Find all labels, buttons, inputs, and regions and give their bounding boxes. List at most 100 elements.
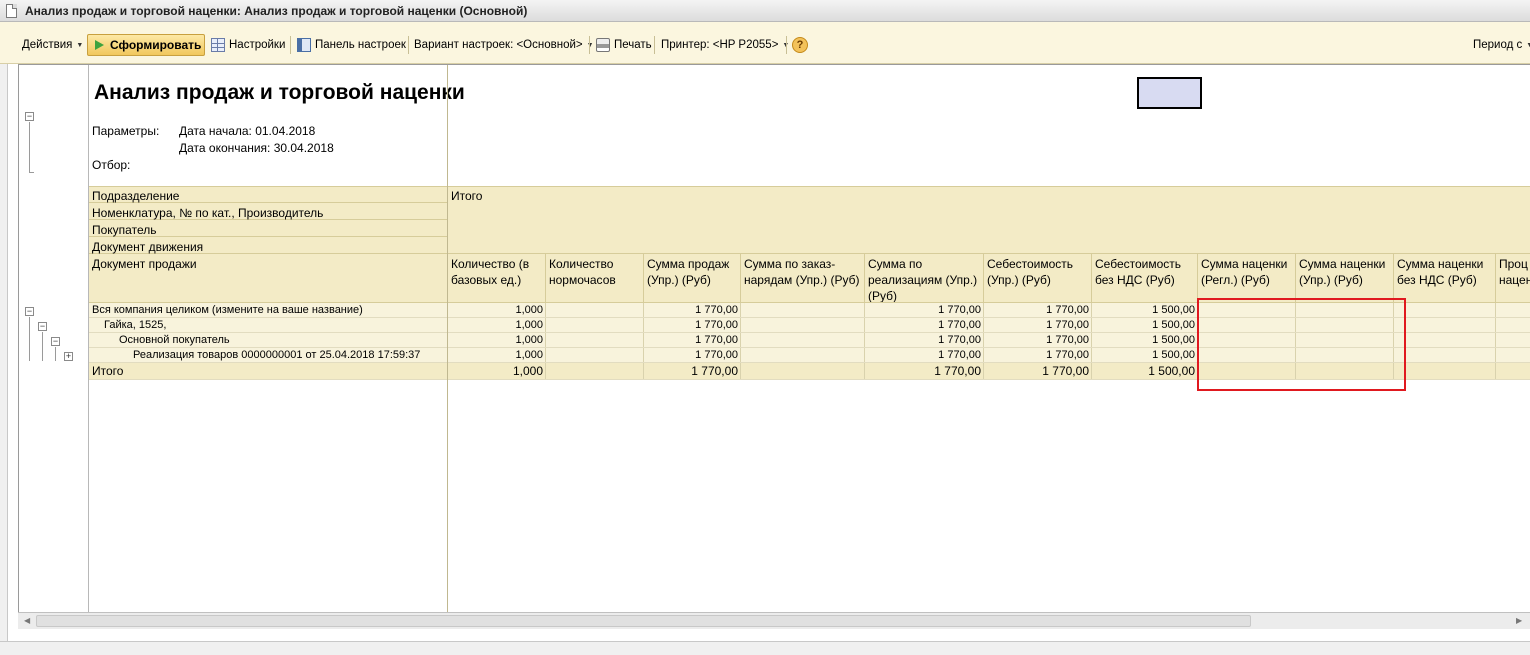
panel-icon — [297, 38, 311, 52]
collapse-customer-icon[interactable]: − — [51, 337, 60, 346]
row-value: 1 770,00 — [1046, 304, 1089, 316]
cell-divider — [983, 333, 984, 347]
toolbar-separator — [654, 36, 655, 54]
cell-divider — [1495, 318, 1496, 332]
cell-divider — [545, 333, 546, 347]
row-value — [1394, 333, 1496, 347]
row-value: 1 770,00 — [1046, 349, 1089, 361]
cell-divider — [740, 333, 741, 347]
column-header: Себестоимость без НДС (Руб) — [1095, 257, 1182, 287]
column-header: Себестоимость (Упр.) (Руб) — [987, 257, 1074, 287]
row-label: Основной покупатель — [119, 334, 230, 346]
date-start: Дата начала: 01.04.2018 — [179, 124, 316, 138]
scroll-left-icon[interactable]: ◀ — [24, 616, 30, 625]
column-header: Сумма наценки (Регл.) (Руб) — [1201, 257, 1288, 287]
cell-divider — [983, 303, 984, 317]
scroll-right-icon[interactable]: ▶ — [1516, 616, 1522, 625]
total-value — [1496, 363, 1530, 379]
column-header: Сумма продаж (Упр.) (Руб) — [647, 257, 730, 287]
printer-menu[interactable]: Принтер: <HP P2055>▼ — [661, 35, 789, 55]
row-value — [741, 333, 865, 347]
total-value: 1,000 — [512, 364, 543, 378]
row-value — [1496, 333, 1530, 347]
outline-line — [29, 317, 30, 361]
row-value — [1394, 318, 1496, 332]
cell-divider — [1495, 348, 1496, 362]
cell-divider — [740, 363, 741, 379]
printer-icon — [596, 38, 610, 52]
row-label: Вся компания целиком (измените на ваше н… — [92, 304, 363, 316]
period-menu[interactable]: Период с ▼ — [1473, 35, 1530, 55]
row-label: Гайка, 1525, — [104, 319, 167, 331]
row-value: 1 770,00 — [695, 319, 738, 331]
column-header: Сумма по заказ-нарядам (Упр.) (Руб) — [744, 257, 860, 287]
color-swatch — [1137, 77, 1202, 109]
help-button[interactable]: ? — [792, 35, 808, 55]
row-value: 1 770,00 — [695, 304, 738, 316]
settings-panel-button[interactable]: Панель настроек — [297, 35, 406, 55]
row-value: 1,000 — [515, 304, 543, 316]
row-value: 1,000 — [515, 349, 543, 361]
cell-divider — [1495, 333, 1496, 347]
row-value: 1 770,00 — [695, 334, 738, 346]
row-value: 1,000 — [515, 334, 543, 346]
row-value: 1 770,00 — [938, 349, 981, 361]
cell-divider — [545, 348, 546, 362]
collapse-header-icon[interactable]: − — [25, 112, 34, 121]
settings-button[interactable]: Настройки — [211, 35, 285, 55]
cell-divider — [1091, 303, 1092, 317]
row-value — [1394, 303, 1496, 317]
toolbar-separator — [290, 36, 291, 54]
label-column-divider — [447, 65, 448, 628]
outline-line — [29, 172, 34, 173]
row-value: 1 770,00 — [938, 304, 981, 316]
collapse-company-icon[interactable]: − — [25, 307, 34, 316]
row-value — [546, 333, 644, 347]
printer-label: Принтер: <HP P2055> — [661, 39, 779, 51]
actions-menu[interactable]: Действия ▼ — [22, 35, 83, 55]
row-value: 1 770,00 — [938, 319, 981, 331]
scroll-thumb[interactable] — [36, 615, 1251, 627]
cell-divider — [545, 363, 546, 379]
row-value — [1394, 348, 1496, 362]
row-value: 1 500,00 — [1152, 349, 1195, 361]
header-group-sale-doc: Документ продажи — [92, 257, 197, 271]
total-value: 1 770,00 — [691, 364, 738, 378]
collapse-item-icon[interactable]: − — [38, 322, 47, 331]
dropdown-arrow-icon: ▼ — [586, 41, 594, 49]
horizontal-scrollbar[interactable]: ◀ ▶ — [18, 612, 1530, 629]
cell-divider — [1091, 363, 1092, 379]
total-value: 1 500,00 — [1148, 364, 1195, 378]
row-value: 1 770,00 — [695, 349, 738, 361]
row-value: 1 500,00 — [1152, 334, 1195, 346]
cell-divider — [864, 348, 865, 362]
help-icon: ? — [792, 37, 808, 53]
outline-gutter: − − − − + — [19, 65, 89, 628]
status-bar — [0, 641, 1530, 655]
expand-document-icon[interactable]: + — [64, 352, 73, 361]
print-button[interactable]: Печать — [596, 35, 652, 55]
outline-line — [55, 347, 56, 361]
highlight-box — [1197, 298, 1406, 391]
window-title: Анализ продаж и торговой наценки: Анализ… — [25, 3, 528, 18]
column-header: Сумма наценки без НДС (Руб) — [1397, 257, 1484, 287]
variant-label: Вариант настроек: <Основной> — [414, 39, 583, 51]
total-value — [1394, 363, 1496, 379]
period-label: Период с — [1473, 39, 1523, 51]
cell-divider — [643, 303, 644, 317]
settings-label: Настройки — [229, 39, 286, 51]
generate-label: Сформировать — [110, 38, 202, 52]
variant-menu[interactable]: Вариант настроек: <Основной> ▼ — [414, 35, 594, 55]
row-value — [546, 303, 644, 317]
column-header: Сумма наценки (Упр.) (Руб) — [1299, 257, 1386, 287]
row-value — [741, 318, 865, 332]
cell-divider — [643, 348, 644, 362]
window-title-bar: Анализ продаж и торговой наценки: Анализ… — [0, 0, 1530, 22]
toolbar: Действия ▼ Сформировать Настройки Панель … — [0, 22, 1530, 64]
total-value — [546, 363, 644, 379]
row-value — [546, 318, 644, 332]
generate-button[interactable]: Сформировать — [87, 34, 205, 56]
cell-divider — [643, 333, 644, 347]
actions-label: Действия — [22, 39, 73, 51]
cell-divider — [740, 348, 741, 362]
